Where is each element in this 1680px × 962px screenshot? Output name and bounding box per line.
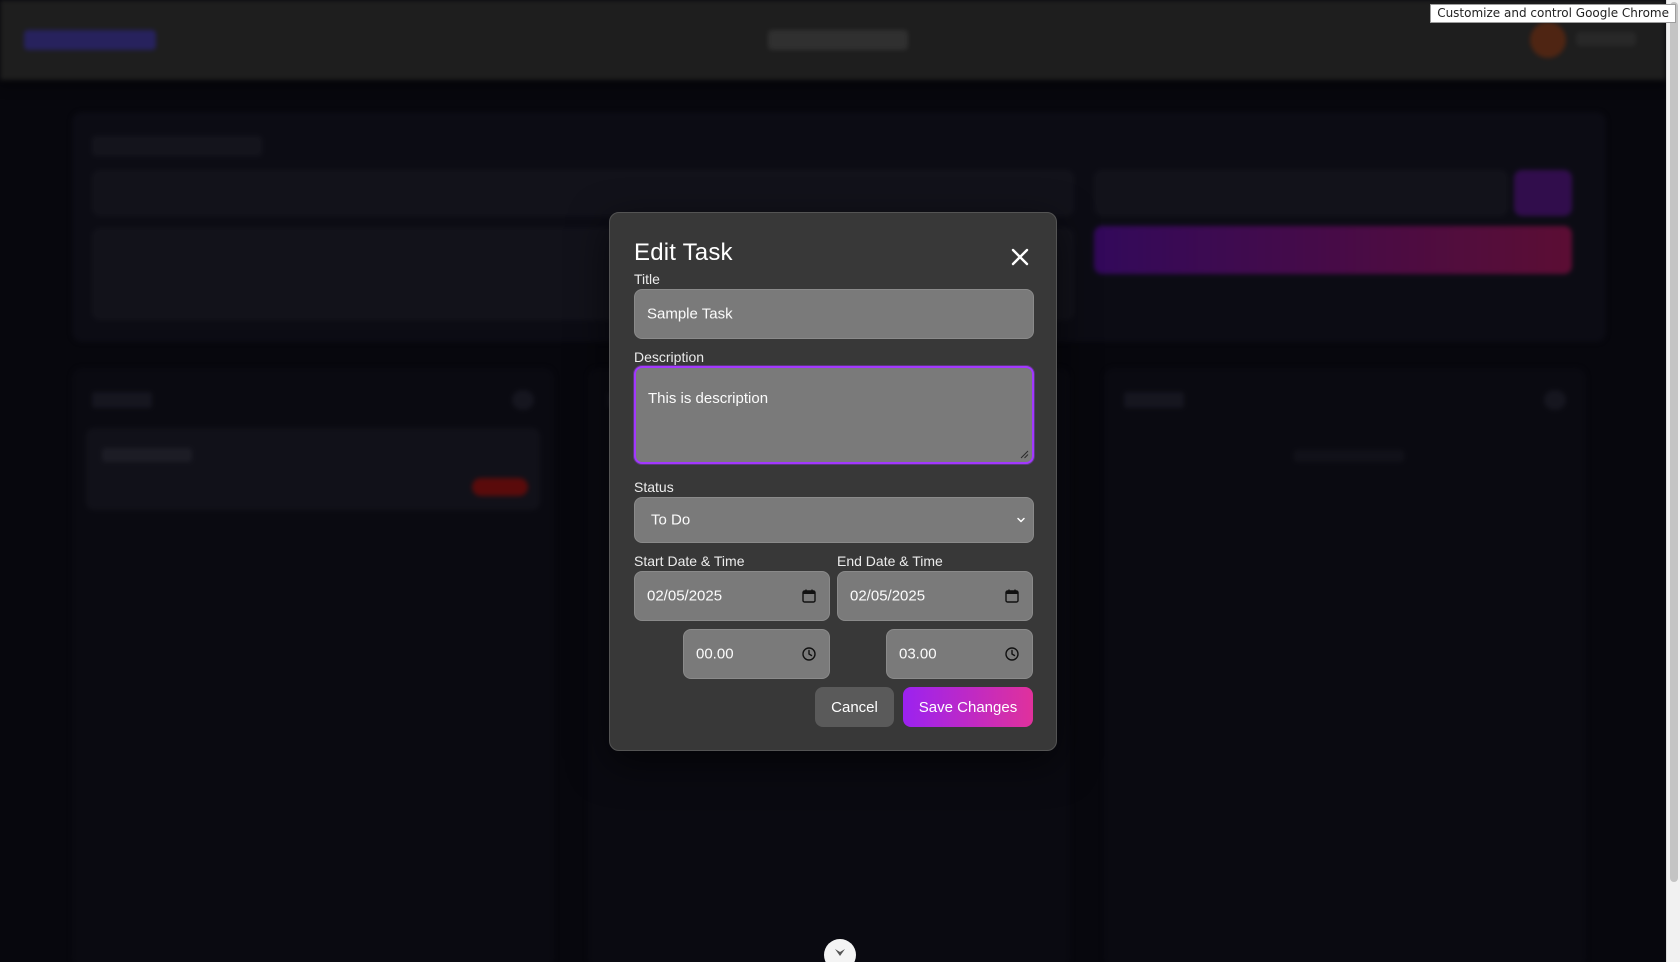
chrome-menu-tooltip: Customize and control Google Chrome [1430, 4, 1676, 23]
end-date-input[interactable]: 02/05/2025 [837, 571, 1033, 621]
end-datetime-label: End Date & Time [837, 553, 943, 569]
cancel-button[interactable]: Cancel [815, 687, 894, 727]
clock-icon[interactable] [801, 646, 817, 662]
title-input-value: Sample Task [647, 305, 733, 323]
calendar-icon[interactable] [1004, 588, 1020, 604]
description-textarea[interactable]: This is description [634, 366, 1034, 464]
end-time-input[interactable]: 03.00 [886, 629, 1033, 679]
start-date-value: 02/05/2025 [647, 587, 723, 605]
status-select[interactable]: To Do [634, 497, 1034, 543]
save-changes-button[interactable]: Save Changes [903, 687, 1033, 727]
close-button[interactable] [1004, 241, 1036, 273]
title-label: Title [634, 271, 660, 287]
calendar-icon[interactable] [801, 588, 817, 604]
start-time-input[interactable]: 00.00 [683, 629, 830, 679]
status-select-value: To Do [651, 511, 691, 529]
start-time-value: 00.00 [696, 645, 734, 663]
clock-icon[interactable] [1004, 646, 1020, 662]
chevron-down-icon [1017, 517, 1025, 523]
start-datetime-label: Start Date & Time [634, 553, 745, 569]
close-icon [1011, 248, 1029, 266]
end-date-value: 02/05/2025 [850, 587, 926, 605]
page-scrollbar[interactable] [1666, 0, 1680, 962]
description-label: Description [634, 349, 705, 365]
start-date-input[interactable]: 02/05/2025 [634, 571, 830, 621]
resize-handle-icon[interactable] [1020, 450, 1029, 459]
status-label: Status [634, 479, 674, 495]
scrollbar-thumb[interactable] [1670, 2, 1678, 882]
title-input[interactable]: Sample Task [634, 289, 1034, 339]
edit-task-modal: Edit Task Title Sample Task Description … [609, 212, 1057, 751]
end-time-value: 03.00 [899, 645, 937, 663]
modal-title: Edit Task [634, 239, 733, 266]
chevron-down-icon [835, 949, 845, 956]
description-textarea-value: This is description [648, 390, 769, 407]
